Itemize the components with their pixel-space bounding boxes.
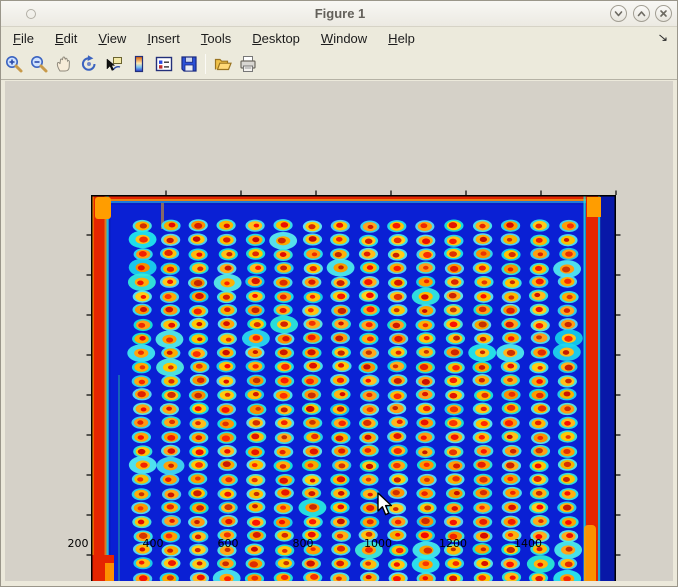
figure-toolbar: [1, 49, 678, 80]
zoom-out-icon[interactable]: [26, 53, 51, 75]
insert-legend-icon[interactable]: [151, 53, 176, 75]
title-bar: Figure 1: [1, 1, 678, 27]
x-tick-label: 800: [293, 537, 314, 550]
x-tick-label: 600: [218, 537, 239, 550]
pan-icon[interactable]: [51, 53, 76, 75]
menu-file[interactable]: File: [5, 29, 42, 48]
menu-desktop[interactable]: Desktop: [244, 29, 308, 48]
microarray-image[interactable]: [85, 189, 622, 587]
figure-window: Figure 1 File Edit View Insert Tools Desktop W…: [0, 0, 678, 587]
menu-window[interactable]: Window: [313, 29, 375, 48]
chevron-down-icon: [613, 8, 624, 19]
maximize-button[interactable]: [633, 5, 650, 22]
toolbar-separator: [201, 53, 210, 75]
x-tick-label: 200: [68, 537, 89, 550]
zoom-in-icon[interactable]: [1, 53, 26, 75]
menu-bar: File Edit View Insert Tools Desktop Window Help…: [1, 27, 678, 49]
chevron-up-icon: [636, 8, 647, 19]
dock-arrow-icon[interactable]: ↘: [657, 31, 668, 44]
plot-axes[interactable]: [91, 195, 616, 587]
menu-tools[interactable]: Tools: [193, 29, 239, 48]
menu-insert[interactable]: Insert: [139, 29, 188, 48]
minimize-button[interactable]: [610, 5, 627, 22]
menu-edit[interactable]: Edit: [47, 29, 85, 48]
data-cursor-icon[interactable]: [101, 53, 126, 75]
window-frame-left: [1, 81, 5, 581]
menu-help[interactable]: Help: [380, 29, 423, 48]
close-icon: [658, 8, 669, 19]
window-frame-right: [673, 81, 677, 581]
figure-canvas: 2004006008001000120014001600180020002004…: [1, 81, 678, 581]
close-button[interactable]: [655, 5, 672, 22]
x-tick-label: 1000: [364, 537, 392, 550]
menu-view[interactable]: View: [90, 29, 134, 48]
open-icon[interactable]: [210, 53, 235, 75]
x-tick-label: 1200: [439, 537, 467, 550]
window-frame-bottom: [1, 581, 678, 587]
x-tick-label: 1400: [514, 537, 542, 550]
window-title: Figure 1: [1, 6, 678, 21]
colorbar-icon[interactable]: [126, 53, 151, 75]
print-icon[interactable]: [235, 53, 260, 75]
x-tick-label: 400: [143, 537, 164, 550]
rotate-3d-icon[interactable]: [76, 53, 101, 75]
save-icon[interactable]: [176, 53, 201, 75]
